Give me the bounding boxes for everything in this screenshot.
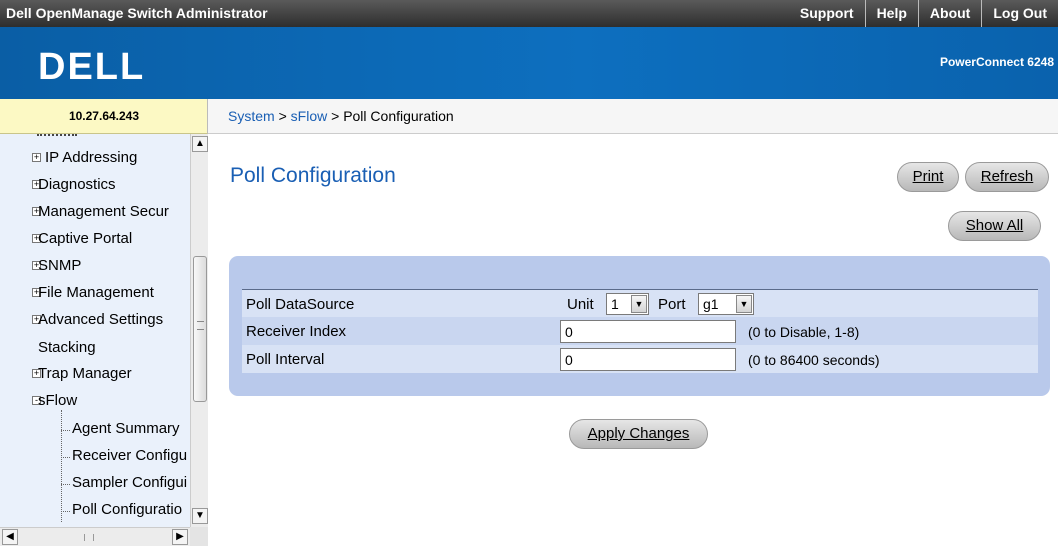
apply-changes-button[interactable]: Apply Changes xyxy=(569,419,708,449)
dell-logo: DELL xyxy=(38,46,145,85)
sidebar-vertical-scrollbar[interactable]: ▲ ▼ xyxy=(190,134,208,527)
unit-select-value: 1 xyxy=(611,296,619,312)
breadcrumb: System > sFlow > Poll Configuration xyxy=(208,99,1058,134)
breadcrumb-separator: > xyxy=(331,108,340,124)
sidebar-item-sampler-configuration[interactable]: Sampler Configui xyxy=(72,474,187,491)
scroll-thumb[interactable] xyxy=(193,256,207,402)
sidebar-item-diagnostics[interactable]: Diagnostics xyxy=(38,176,116,193)
refresh-button[interactable]: Refresh xyxy=(965,162,1049,192)
logout-link[interactable]: Log Out xyxy=(981,0,1058,27)
sidebar-item-advanced-settings[interactable]: Advanced Settings xyxy=(38,311,163,328)
brand-banner: DELL PowerConnect 6248 xyxy=(0,27,1058,99)
print-button[interactable]: Print xyxy=(897,162,959,192)
device-ip-cell: 10.27.64.243 xyxy=(0,99,208,134)
help-link[interactable]: Help xyxy=(864,0,918,27)
poll-datasource-row: Poll DataSource Unit 1 ▼ Port g1 ▼ xyxy=(242,289,1038,317)
expand-icon[interactable]: + xyxy=(32,153,41,162)
app-title: Dell OpenManage Switch Administrator xyxy=(6,5,268,21)
breadcrumb-separator: > xyxy=(278,108,287,124)
poll-interval-row: Poll Interval (0 to 86400 seconds) xyxy=(242,345,1038,373)
partial-tree-item xyxy=(37,134,77,136)
receiver-index-row: Receiver Index (0 to Disable, 1-8) xyxy=(242,317,1038,345)
support-link[interactable]: Support xyxy=(789,0,865,27)
receiver-index-hint: (0 to Disable, 1-8) xyxy=(748,324,860,340)
poll-datasource-label: Poll DataSource xyxy=(246,296,355,313)
page-title: Poll Configuration xyxy=(230,164,396,187)
top-links: Support Help About Log Out xyxy=(789,0,1058,27)
unit-label: Unit xyxy=(567,296,594,313)
sidebar-item-agent-summary[interactable]: Agent Summary xyxy=(72,420,180,437)
receiver-index-label: Receiver Index xyxy=(246,323,347,340)
port-select[interactable]: g1 ▼ xyxy=(698,293,754,315)
scroll-right-icon[interactable]: ▶ xyxy=(172,529,188,545)
tree-connector xyxy=(61,457,70,458)
poll-config-panel: Poll DataSource Unit 1 ▼ Port g1 ▼ Recei… xyxy=(229,256,1050,396)
receiver-index-input[interactable] xyxy=(560,320,736,343)
show-all-button[interactable]: Show All xyxy=(948,211,1041,241)
scroll-left-icon[interactable]: ◀ xyxy=(2,529,18,545)
sidebar-item-snmp[interactable]: SNMP xyxy=(38,257,81,274)
sidebar-item-trap-manager[interactable]: Trap Manager xyxy=(38,365,132,382)
chevron-down-icon: ▼ xyxy=(631,295,647,313)
sidebar-tree: + IP Addressing + Diagnostics + Manageme… xyxy=(0,134,208,546)
breadcrumb-system[interactable]: System xyxy=(228,108,275,124)
dell-logo-text: DELL xyxy=(38,46,145,85)
unit-select[interactable]: 1 ▼ xyxy=(606,293,649,315)
poll-interval-label: Poll Interval xyxy=(246,351,325,368)
scrollbar-corner xyxy=(190,527,208,546)
sidebar-horizontal-scrollbar[interactable]: ◀ ▶ xyxy=(0,527,190,546)
top-bar: Dell OpenManage Switch Administrator Sup… xyxy=(0,0,1058,27)
breadcrumb-sflow[interactable]: sFlow xyxy=(291,108,328,124)
scroll-up-icon[interactable]: ▲ xyxy=(192,136,208,152)
port-select-value: g1 xyxy=(703,296,719,312)
chevron-down-icon: ▼ xyxy=(736,295,752,313)
sidebar-item-management-security[interactable]: Management Secur xyxy=(38,203,169,220)
tree-connector xyxy=(61,511,70,512)
poll-interval-hint: (0 to 86400 seconds) xyxy=(748,352,880,368)
model-name: PowerConnect 6248 xyxy=(939,55,1054,69)
sidebar-item-captive-portal[interactable]: Captive Portal xyxy=(38,230,132,247)
sidebar-item-receiver-configuration[interactable]: Receiver Configu xyxy=(72,447,187,464)
tree-connector xyxy=(61,410,62,522)
sidebar-item-file-management[interactable]: File Management xyxy=(38,284,154,301)
poll-interval-input[interactable] xyxy=(560,348,736,371)
port-label: Port xyxy=(658,296,686,313)
scroll-down-icon[interactable]: ▼ xyxy=(192,508,208,524)
tree-connector xyxy=(61,484,70,485)
tree-connector xyxy=(61,430,70,431)
grip-icon xyxy=(197,321,204,330)
grip-icon xyxy=(84,534,94,541)
about-link[interactable]: About xyxy=(917,0,981,27)
device-ip: 10.27.64.243 xyxy=(68,109,140,123)
breadcrumb-current: Poll Configuration xyxy=(343,108,454,124)
sidebar-item-sflow[interactable]: sFlow xyxy=(38,392,77,409)
sidebar-item-poll-configuration[interactable]: Poll Configuratio xyxy=(72,501,182,518)
sidebar-item-ip-addressing[interactable]: IP Addressing xyxy=(45,149,137,166)
sidebar-item-stacking[interactable]: Stacking xyxy=(38,339,96,356)
